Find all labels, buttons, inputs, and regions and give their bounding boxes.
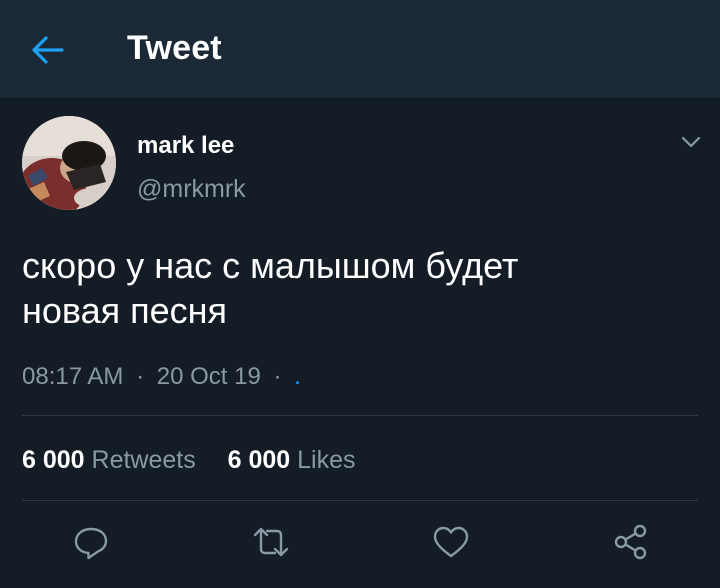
retweets-label: Retweets [91, 446, 196, 474]
meta-separator: · [273, 363, 282, 390]
tweet-source-link[interactable]: . [294, 363, 301, 390]
chevron-down-icon[interactable] [679, 133, 703, 151]
retweets-stat[interactable]: 6 000 Retweets [22, 446, 203, 474]
user-handle[interactable]: @mrkmrk [137, 175, 246, 204]
tweet-date: 20 Oct 19 [156, 363, 261, 390]
user-name[interactable]: mark lee [137, 132, 234, 160]
tweet-meta: 08:17 AM · 20 Oct 19 · . [22, 363, 301, 391]
tweet-stats: 6 000 Retweets 6 000 Likes [22, 446, 356, 475]
tweet-text-line: новая песня [22, 290, 228, 331]
retweet-icon[interactable] [251, 522, 291, 562]
arrow-left-icon[interactable] [30, 33, 66, 67]
reply-icon[interactable] [71, 522, 111, 562]
retweets-count: 6 000 [22, 446, 85, 474]
likes-count: 6 000 [227, 446, 291, 474]
share-icon[interactable] [611, 522, 651, 562]
divider [22, 415, 698, 416]
tweet-time: 08:17 AM [22, 363, 124, 390]
tweet-text-line: скоро у нас с малышом будет [22, 245, 519, 286]
likes-label: Likes [297, 446, 356, 474]
likes-stat[interactable]: 6 000 Likes [228, 446, 356, 474]
app-header: Tweet [0, 0, 720, 99]
meta-separator: · [136, 363, 145, 390]
avatar[interactable] [22, 116, 116, 210]
page-title: Tweet [127, 29, 222, 67]
like-icon[interactable] [431, 522, 471, 562]
divider [22, 500, 698, 501]
tweet-text: скоро у нас с малышом будет новая песня [22, 243, 682, 333]
